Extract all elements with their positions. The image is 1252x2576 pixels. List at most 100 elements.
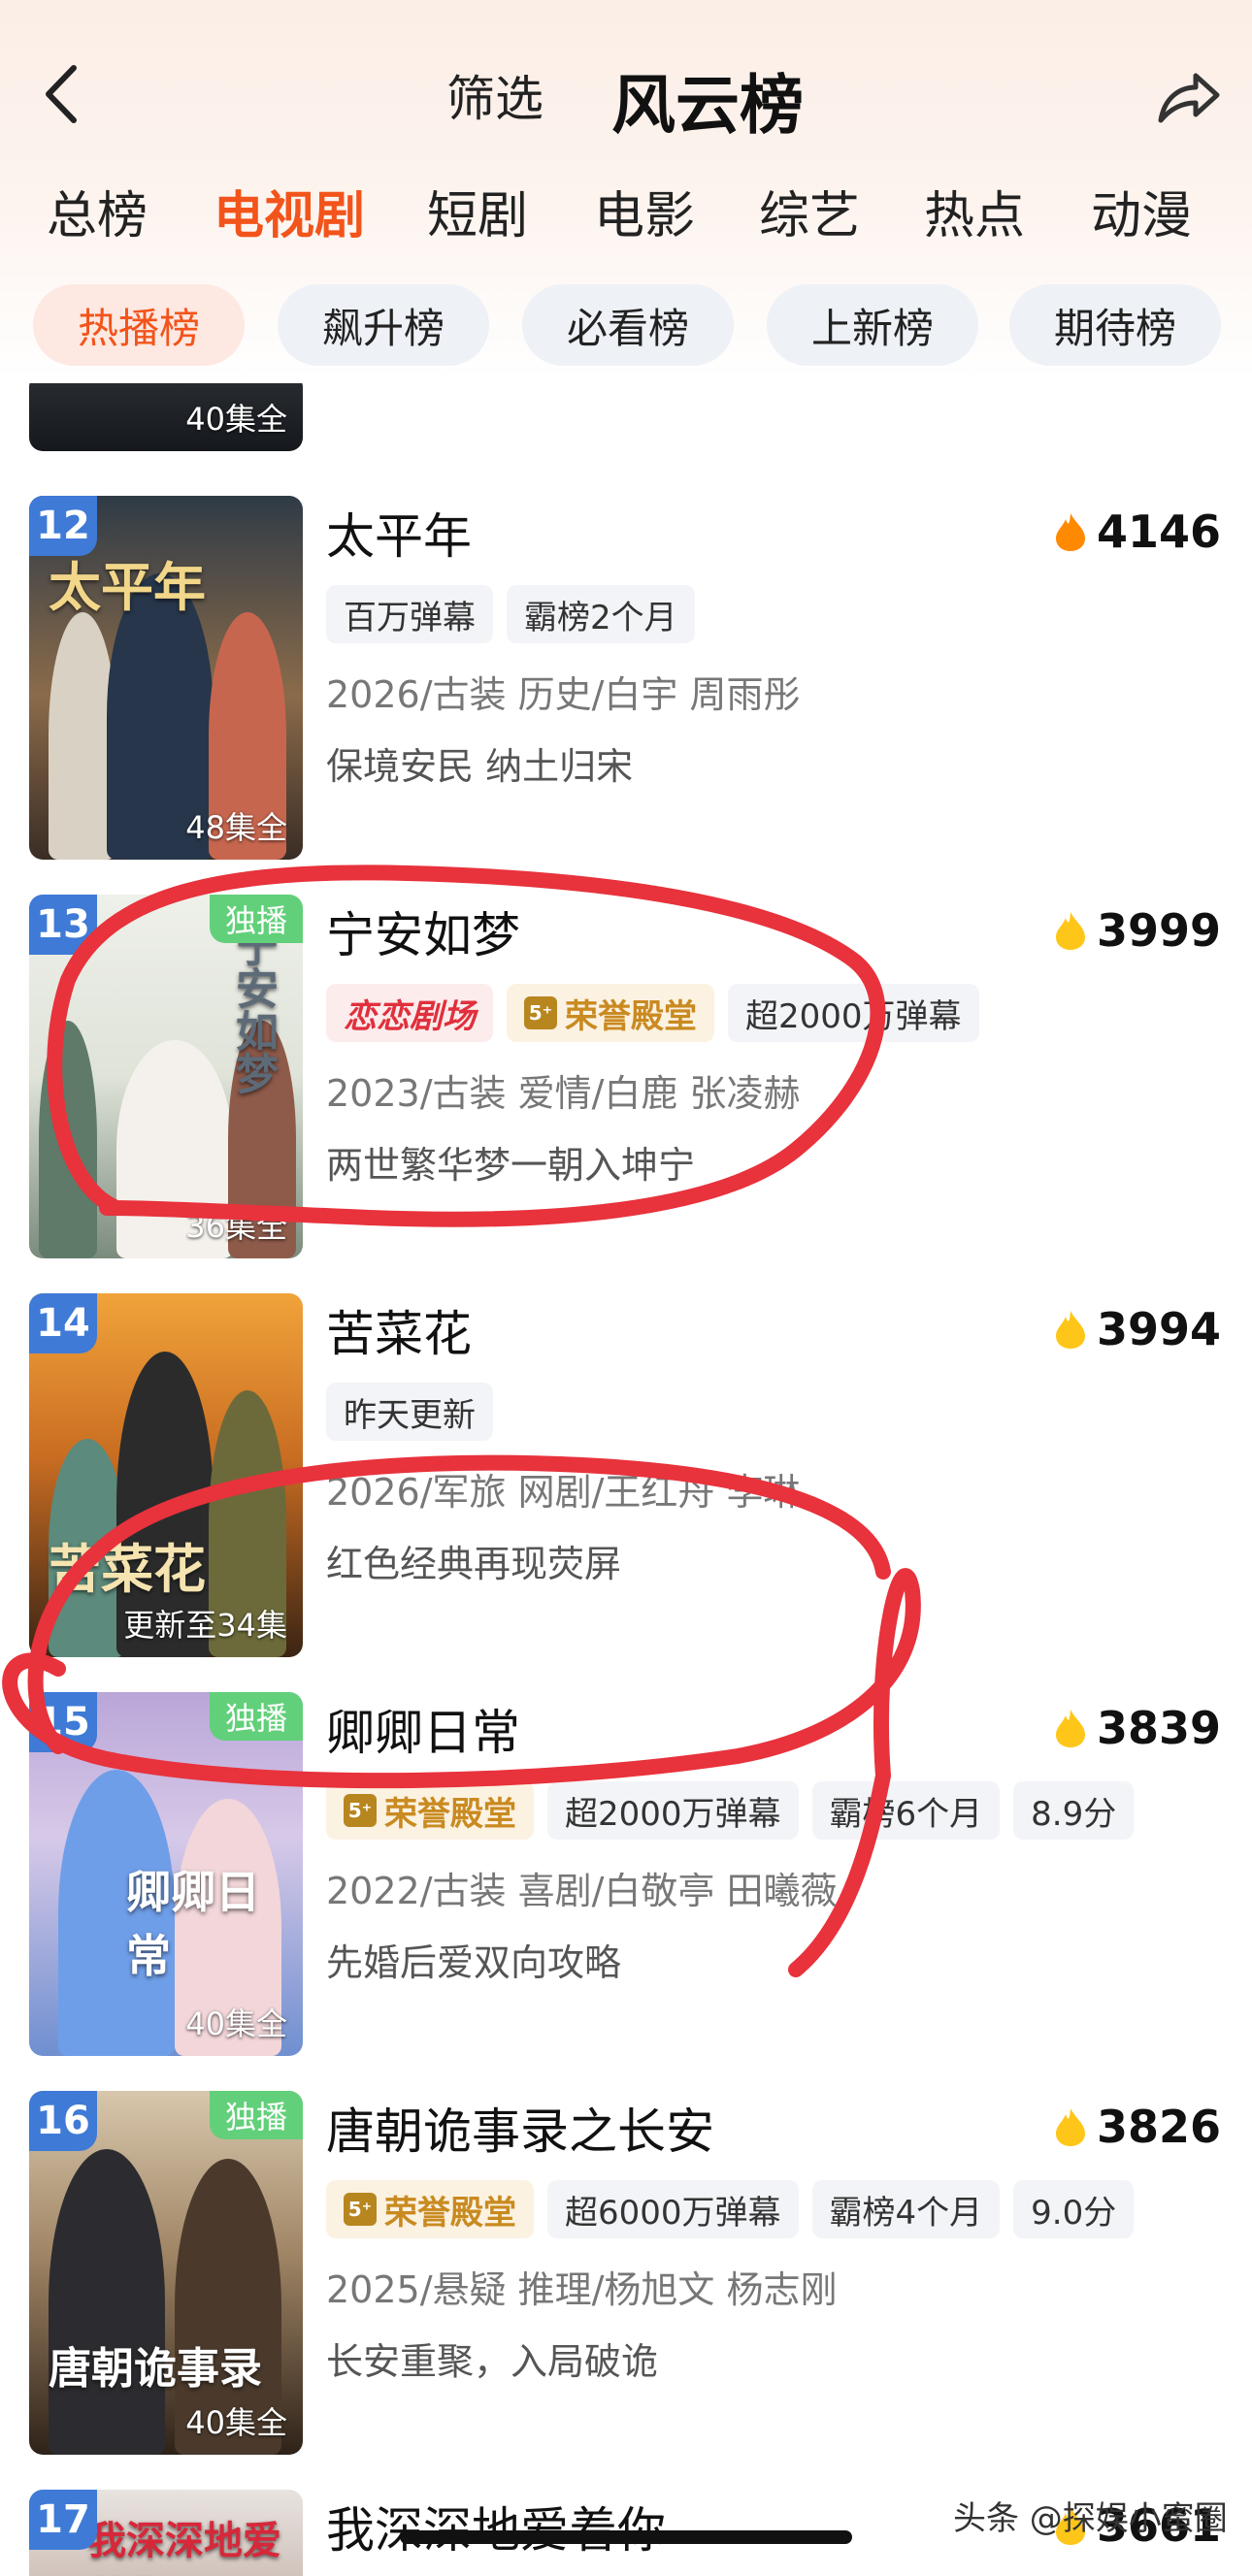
honor-tag: 5⁺ 荣誉殿堂	[326, 1781, 534, 1840]
chip-new[interactable]: 上新榜	[767, 284, 978, 366]
flame-icon	[1055, 1311, 1085, 1349]
tag: 霸榜4个月	[811, 2180, 1001, 2238]
show-title[interactable]: 宁安如梦	[326, 897, 520, 966]
flame-icon	[1055, 513, 1085, 551]
description-line: 两世繁华梦一朝入坤宁	[326, 1144, 696, 1187]
tag: 霸榜2个月	[507, 585, 695, 643]
honor-tag: 5⁺ 荣誉殿堂	[326, 2180, 534, 2238]
exclusive-badge: 独播	[210, 2091, 303, 2139]
chip-anticipated[interactable]: 期待榜	[1009, 284, 1221, 366]
exclusive-badge: 独播	[210, 1692, 303, 1741]
meta-line: 2025/悬疑 推理/杨旭文 杨志刚	[326, 2268, 838, 2311]
ranking-list: 40集全 太平年 12 48集全 太平年 4146 百万弹幕 霸榜2个月 202…	[0, 383, 1252, 2576]
poster-title-art: 我深深地爱着你	[87, 2518, 281, 2576]
heat-value: 3839	[1096, 1702, 1221, 1754]
home-indicator[interactable]	[400, 2530, 852, 2544]
episode-label: 更新至34集	[123, 1607, 287, 1644]
episode-label: 40集全	[185, 401, 287, 438]
chevron-left-icon	[46, 65, 77, 123]
rank-badge: 13	[29, 895, 97, 955]
header-bar: 筛选 风云榜 总榜 电视剧 短剧 电影 综艺 热点 动漫 热播榜 飙升榜 必看榜…	[0, 0, 1252, 378]
meta-line: 2022/古装 喜剧/白敬亭 田曦薇	[326, 1870, 838, 1912]
poster-image: 太平年 12 48集全	[29, 496, 303, 860]
rank-badge: 15	[29, 1692, 97, 1752]
tag: 百万弹幕	[326, 585, 493, 643]
tag-row: 恋恋剧场 5⁺ 荣誉殿堂 超2000万弹幕	[326, 984, 979, 1042]
heat-value: 3826	[1096, 2101, 1221, 2153]
poster-image: 苦菜花 14 更新至34集	[29, 1293, 303, 1657]
show-title[interactable]: 卿卿日常	[326, 1694, 520, 1764]
medal-icon: 5⁺	[344, 1794, 377, 1827]
heat-score: 3826	[1054, 2101, 1221, 2153]
tag-row: 5⁺ 荣誉殿堂 超2000万弹幕 霸榜6个月 8.9分	[326, 1781, 1135, 1840]
heat-value: 3999	[1096, 904, 1221, 957]
list-item[interactable]: 苦菜花 14 更新至34集 苦菜花 3994 昨天更新 2026/军旅 网剧/王…	[0, 1293, 1252, 1662]
poster-image: 我深深地爱着你 17	[29, 2490, 303, 2576]
ranking-type-chips: 热播榜 飙升榜 必看榜 上新榜 期待榜	[0, 284, 1252, 366]
share-icon	[1158, 73, 1220, 123]
description-line: 先婚后爱双向攻略	[326, 1941, 622, 1984]
list-item[interactable]: 太平年 12 48集全 太平年 4146 百万弹幕 霸榜2个月 2026/古装 …	[0, 496, 1252, 864]
tab-anime[interactable]: 动漫	[1091, 175, 1192, 247]
heat-value: 3994	[1096, 1303, 1221, 1355]
chip-hot-airing[interactable]: 热播榜	[33, 284, 245, 366]
medal-icon: 5⁺	[524, 996, 557, 1029]
tab-movie[interactable]: 电影	[594, 175, 695, 247]
poster-title-art: 卿卿日常	[126, 1866, 260, 1982]
chip-must-watch[interactable]: 必看榜	[522, 284, 734, 366]
tab-trending[interactable]: 热点	[924, 175, 1025, 247]
tag: 超2000万弹幕	[547, 1781, 799, 1840]
list-item[interactable]: 卿卿日常 15 独播 40集全 卿卿日常 3839 5⁺ 荣誉殿堂 超2000万弹…	[0, 1692, 1252, 2061]
description-line: 保境安民 纳土归宋	[326, 745, 634, 788]
tab-tv-series[interactable]: 电视剧	[214, 175, 365, 247]
list-item[interactable]: 唐朝诡事录 16 独播 40集全 唐朝诡事录之长安 3826 5⁺ 荣誉殿堂 超6…	[0, 2091, 1252, 2460]
tag: 霸榜6个月	[811, 1781, 1001, 1840]
tab-variety[interactable]: 综艺	[759, 175, 860, 247]
exclusive-badge: 独播	[210, 895, 303, 943]
poster-image: 卿卿日常 15 独播 40集全	[29, 1692, 303, 2056]
poster-title-art: 唐朝诡事录	[49, 2344, 262, 2394]
heat-score: 4146	[1054, 505, 1221, 558]
poster-title-art: 太平年	[49, 556, 206, 618]
tag: 昨天更新	[326, 1383, 493, 1441]
back-button[interactable]	[39, 60, 87, 128]
show-title[interactable]: 唐朝诡事录之长安	[326, 2093, 714, 2163]
heat-score: 3994	[1054, 1303, 1221, 1355]
theater-tag: 恋恋剧场	[326, 984, 493, 1042]
tag-row: 5⁺ 荣誉殿堂 超6000万弹幕 霸榜4个月 9.0分	[326, 2180, 1135, 2238]
rank-badge: 14	[29, 1293, 97, 1353]
rating-tag: 8.9分	[1013, 1781, 1135, 1840]
tab-short-drama[interactable]: 短剧	[427, 175, 528, 247]
description-line: 长安重聚，入局破诡	[326, 2340, 659, 2383]
tag: 超2000万弹幕	[728, 984, 979, 1042]
meta-line: 2026/军旅 网剧/王红舟 李琳	[326, 1471, 801, 1514]
episode-label: 48集全	[185, 809, 287, 846]
tag: 超6000万弹幕	[547, 2180, 799, 2238]
rating-tag: 9.0分	[1013, 2180, 1135, 2238]
episode-label: 36集全	[185, 1208, 287, 1245]
poster-title-art: 苦菜花	[49, 1538, 206, 1600]
episode-label: 40集全	[185, 2005, 287, 2042]
show-title[interactable]: 苦菜花	[326, 1295, 472, 1365]
filter-link[interactable]: 筛选	[446, 60, 544, 130]
tag-row: 昨天更新	[326, 1383, 493, 1441]
rank-badge: 17	[29, 2490, 97, 2550]
tag-row: 百万弹幕 霸榜2个月	[326, 585, 695, 643]
flame-icon	[1055, 2108, 1085, 2146]
watermark: 头条 @探娱小蜜圈	[953, 2499, 1228, 2538]
rank-badge: 12	[29, 496, 97, 556]
list-item-partial[interactable]: 40集全	[0, 383, 1252, 456]
category-tabs: 总榜 电视剧 短剧 电影 综艺 热点 动漫	[0, 175, 1252, 252]
heat-value: 4146	[1096, 505, 1221, 558]
share-button[interactable]	[1155, 68, 1223, 126]
list-item[interactable]: 宁安如梦 13 独播 36集全 宁安如梦 3999 恋恋剧场 5⁺ 荣誉殿堂 超2…	[0, 895, 1252, 1263]
description-line: 红色经典再现荧屏	[326, 1543, 622, 1585]
chip-rising[interactable]: 飙升榜	[278, 284, 489, 366]
honor-tag: 5⁺ 荣誉殿堂	[507, 984, 714, 1042]
poster-image: 唐朝诡事录 16 独播 40集全	[29, 2091, 303, 2455]
rank-badge: 16	[29, 2091, 97, 2151]
show-title[interactable]: 我深深地爱着你	[326, 2492, 666, 2561]
show-title[interactable]: 太平年	[326, 498, 472, 568]
tab-overall[interactable]: 总榜	[47, 175, 148, 247]
poster-image: 宁安如梦 13 独播 36集全	[29, 895, 303, 1258]
